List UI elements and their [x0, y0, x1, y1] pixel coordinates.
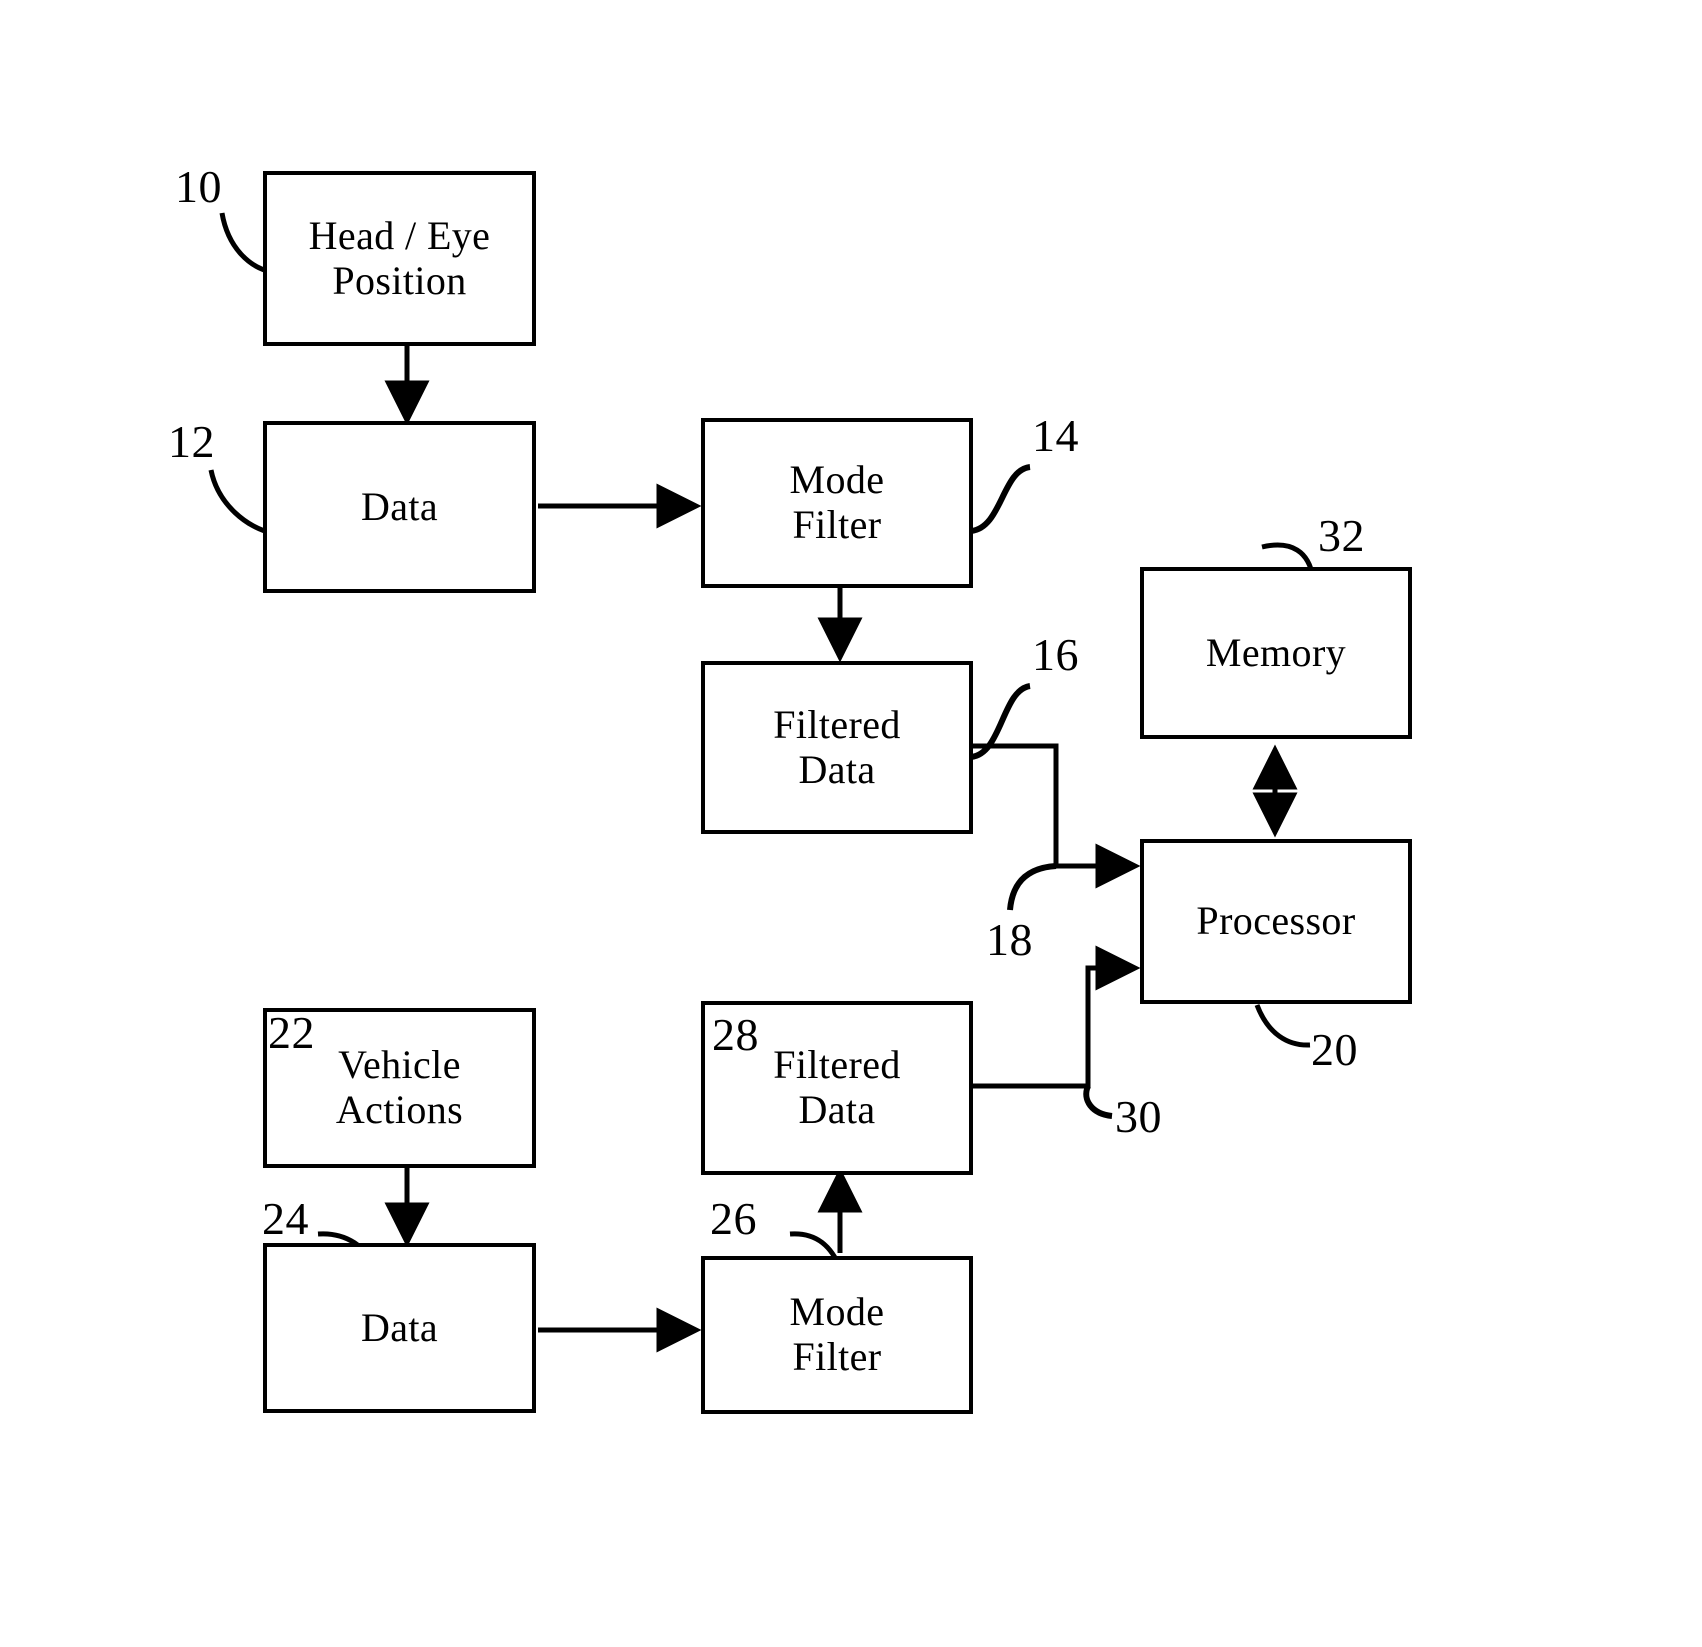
block-data-top[interactable]: Data	[263, 421, 536, 593]
block-mode-filter-top[interactable]: Mode Filter	[701, 418, 973, 588]
reference-numeral-14: 14	[1032, 410, 1079, 461]
reference-numeral-10: 10	[175, 161, 222, 212]
block-filtered-data-top[interactable]: Filtered Data	[701, 661, 973, 834]
reference-numeral-12: 12	[168, 416, 215, 467]
reference-numeral-30: 30	[1115, 1091, 1162, 1142]
block-label-mode-filter-bottom: Mode Filter	[789, 1289, 885, 1379]
connector-filtered-data-to-processor	[971, 743, 1141, 889]
block-label-filtered-data-bottom: Filtered Data	[773, 1042, 901, 1132]
reference-numeral-26: 26	[710, 1193, 757, 1244]
block-mode-filter-bottom[interactable]: Mode Filter	[701, 1256, 973, 1414]
connector-filtered-data-bottom-to-processor	[971, 945, 1141, 1089]
leader-line-18	[1007, 863, 1057, 911]
block-head-eye-position[interactable]: Head / Eye Position	[263, 171, 536, 346]
block-memory[interactable]: Memory	[1140, 567, 1412, 739]
reference-numeral-22: 22	[268, 1007, 315, 1058]
reference-numeral-24: 24	[262, 1193, 309, 1244]
block-label-filtered-data-top: Filtered Data	[773, 701, 901, 792]
block-label-data-bottom: Data	[360, 1304, 439, 1350]
reference-numeral-18: 18	[986, 914, 1033, 965]
figure-canvas: Head / Eye Position Data Mode Filter Fil…	[0, 0, 1702, 1647]
block-label-mode-filter-top: Mode Filter	[789, 457, 885, 547]
block-label-memory: Memory	[1205, 629, 1347, 675]
block-label-vehicle-actions: Vehicle Actions	[335, 1042, 464, 1132]
block-label-head-eye-position: Head / Eye Position	[308, 212, 491, 303]
block-label-processor: Processor	[1196, 898, 1356, 944]
leader-line-14	[970, 464, 1031, 534]
reference-numeral-32: 32	[1318, 510, 1365, 561]
leader-line-30	[1083, 1084, 1113, 1119]
block-data-bottom[interactable]: Data	[263, 1243, 536, 1413]
block-label-data-top: Data	[360, 483, 439, 529]
reference-numeral-16: 16	[1032, 629, 1079, 680]
leader-line-20	[1254, 1004, 1311, 1048]
reference-numeral-28: 28	[712, 1009, 759, 1060]
reference-numeral-20: 20	[1311, 1024, 1358, 1075]
block-processor[interactable]: Processor	[1140, 839, 1412, 1004]
